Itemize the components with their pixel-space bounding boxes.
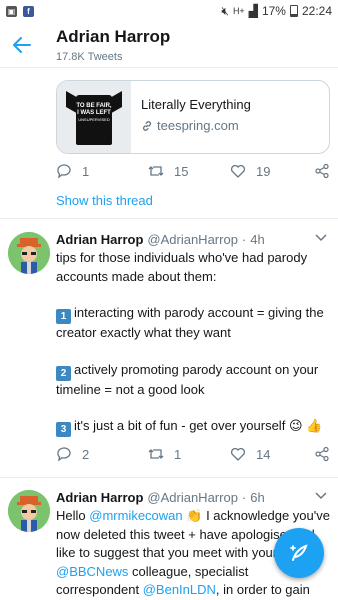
wink-emoji: 😉 (288, 418, 303, 433)
reply-icon (57, 447, 71, 462)
notification-icons: ▣ f (6, 5, 34, 17)
clapping-hands-emoji: 👏 (186, 508, 203, 523)
compose-tweet-icon (290, 544, 308, 561)
back-arrow-icon (13, 37, 31, 53)
system-status: 🔇︎ H+ ▟ 17% 22:24 (221, 4, 332, 19)
retweet-icon (148, 166, 164, 176)
back-button[interactable] (10, 34, 34, 56)
mute-icon: 🔇︎ (221, 3, 229, 18)
like-button[interactable]: 19 (230, 163, 304, 179)
card-title: Literally Everything (141, 97, 251, 112)
divider (0, 218, 338, 219)
retweet-button[interactable]: 1 (148, 446, 222, 462)
link-card[interactable]: TO BE FAIR, I WAS LEFT UNSUPERVISED Lite… (56, 80, 330, 154)
retweet-icon (148, 449, 164, 459)
tweet-actions: 1 15 19 (56, 161, 330, 181)
tweet-count: 17.8K Tweets (56, 51, 123, 63)
compose-tweet-button[interactable] (274, 528, 324, 578)
card-domain: teespring.com (141, 118, 251, 133)
tweet-time: 6h (250, 489, 265, 505)
avatar[interactable] (8, 232, 50, 274)
signal-icon: ▟ (248, 4, 258, 18)
mention-link[interactable]: @BBCNews (56, 564, 128, 579)
tweet[interactable]: Adrian Harrop @AdrianHarrop · 4h tips fo… (0, 230, 338, 466)
reply-button[interactable]: 2 (56, 446, 130, 462)
link-icon (142, 120, 152, 131)
facebook-icon: f (23, 5, 34, 17)
keycap-1-emoji: 1 (56, 309, 71, 324)
clock: 22:24 (301, 4, 332, 18)
wifi-icon: H+ (232, 6, 245, 16)
share-button[interactable] (314, 163, 330, 179)
share-icon (315, 446, 329, 462)
tweet-time: 4h (250, 231, 265, 247)
tweet-actions: 2 1 14 (56, 444, 330, 464)
show-thread-link[interactable]: Show this thread (56, 193, 153, 208)
image-notification-icon: ▣ (6, 5, 17, 17)
chevron-down-icon[interactable] (314, 488, 328, 502)
retweet-button[interactable]: 15 (148, 163, 222, 179)
share-icon (315, 163, 329, 179)
profile-header: Adrian Harrop 17.8K Tweets (0, 22, 338, 68)
author-name[interactable]: Adrian Harrop (56, 490, 143, 505)
battery-percent: 17% (261, 4, 286, 18)
tshirt-image: TO BE FAIR, I WAS LEFT UNSUPERVISED (64, 89, 124, 145)
avatar-illustration (8, 232, 50, 274)
reply-icon (57, 164, 71, 179)
thumbs-up-emoji: 👍 (306, 418, 323, 433)
status-bar: ▣ f 🔇︎ H+ ▟ 17% 22:24 (0, 0, 338, 22)
avatar[interactable] (8, 490, 50, 532)
card-image: TO BE FAIR, I WAS LEFT UNSUPERVISED (57, 81, 131, 153)
chevron-down-icon[interactable] (314, 230, 328, 244)
reply-button[interactable]: 1 (56, 163, 130, 179)
avatar-illustration (8, 490, 50, 532)
tweet-header: Adrian Harrop @AdrianHarrop · 4h (56, 231, 265, 247)
mention-link[interactable]: @BenInLDN (143, 582, 216, 597)
share-button[interactable] (314, 446, 330, 462)
heart-icon (230, 164, 246, 178)
keycap-3-emoji: 3 (56, 422, 71, 437)
tweet-text: tips for those individuals who've had pa… (56, 250, 324, 437)
mention-link[interactable]: @mrmikecowan (89, 508, 182, 523)
author-handle[interactable]: @AdrianHarrop (147, 232, 238, 247)
page-title: Adrian Harrop (56, 27, 171, 46)
author-handle[interactable]: @AdrianHarrop (147, 490, 238, 505)
heart-icon (230, 447, 246, 461)
like-button[interactable]: 14 (230, 446, 304, 462)
tweet-header: Adrian Harrop @AdrianHarrop · 6h (56, 489, 265, 505)
divider (0, 477, 338, 478)
battery-icon (289, 5, 298, 17)
author-name[interactable]: Adrian Harrop (56, 232, 143, 247)
keycap-2-emoji: 2 (56, 365, 71, 381)
